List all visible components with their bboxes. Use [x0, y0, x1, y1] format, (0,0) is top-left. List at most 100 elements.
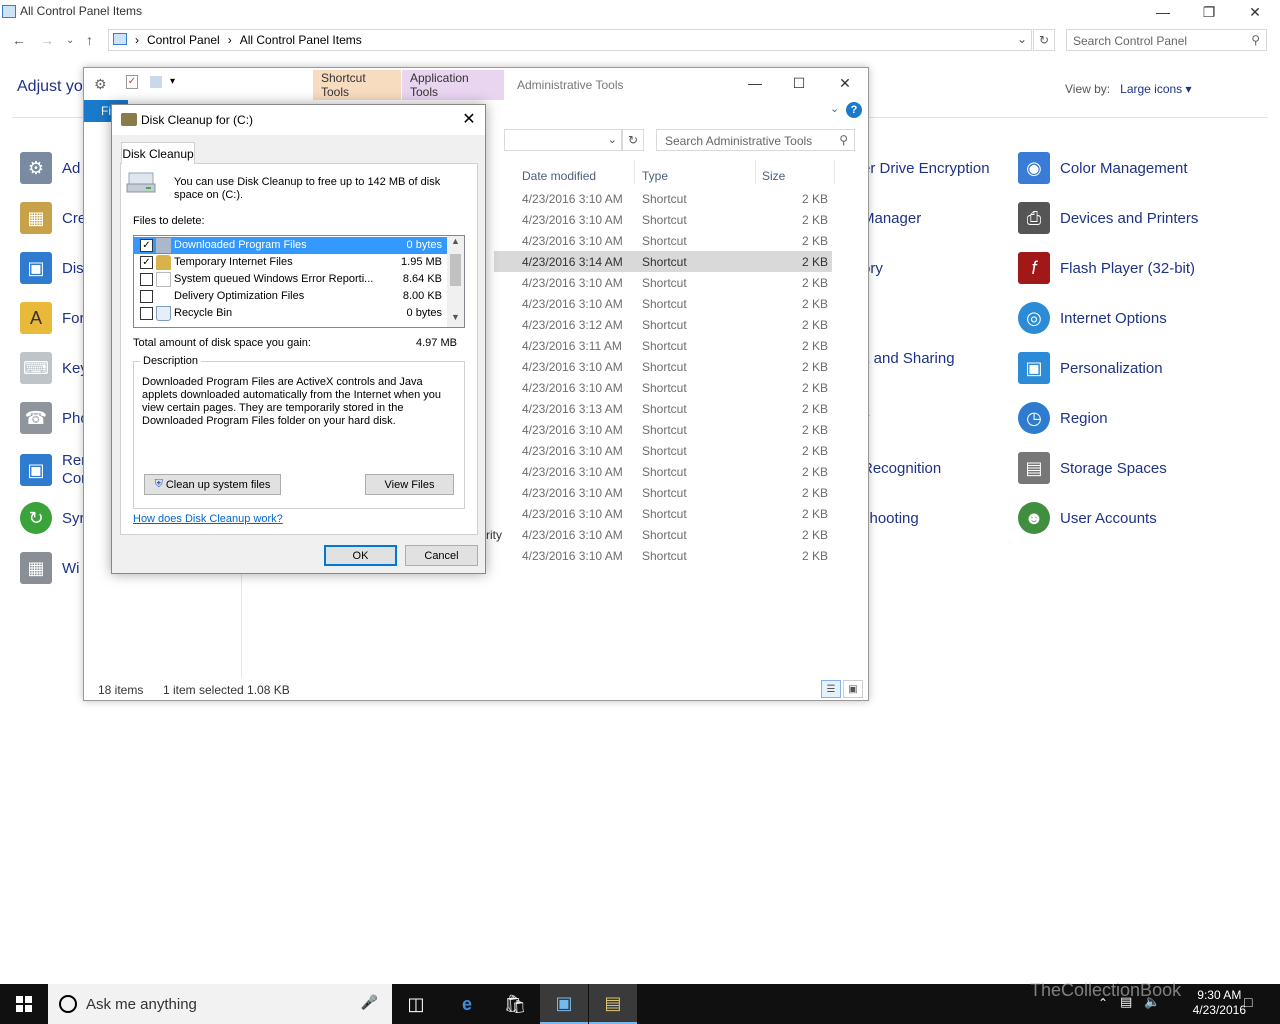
control-panel-taskbar-icon[interactable]: ▣	[540, 984, 588, 1024]
admin-close-button[interactable]: ✕	[822, 68, 868, 98]
table-row[interactable]: 4/23/2016 3:10 AM Shortcut 2 KB	[494, 293, 832, 314]
column-separator[interactable]	[755, 160, 756, 184]
clock[interactable]: 9:30 AM 4/23/2016	[1193, 988, 1246, 1018]
table-row[interactable]: 4/23/2016 3:11 AM Shortcut 2 KB	[494, 335, 832, 356]
table-row[interactable]: 4/23/2016 3:10 AM Shortcut 2 KB	[494, 461, 832, 482]
help-icon[interactable]: ?	[846, 102, 862, 118]
start-button[interactable]	[0, 984, 48, 1024]
table-row[interactable]: 4/23/2016 3:10 AM Shortcut 2 KB	[494, 524, 832, 545]
checkbox[interactable]: ✓	[140, 256, 153, 269]
admin-address-bar[interactable]: ⌄	[504, 129, 622, 151]
dialog-close-button[interactable]: ✕	[459, 109, 479, 129]
table-row[interactable]: 4/23/2016 3:10 AM Shortcut 2 KB	[494, 377, 832, 398]
cp-item-administrative-tools[interactable]: ⚙ Ad	[20, 148, 80, 188]
list-item[interactable]: Delivery Optimization Files 8.00 KB	[134, 288, 448, 305]
recent-chevron-icon[interactable]: ⌄	[66, 35, 74, 46]
task-view-icon[interactable]: ◫	[392, 984, 440, 1024]
up-arrow-icon[interactable]: ↑	[86, 32, 93, 48]
clean-up-system-files-button[interactable]: ⛨ Clean up system files	[144, 474, 281, 495]
scroll-up-icon[interactable]: ▲	[451, 236, 460, 246]
table-row[interactable]: 4/23/2016 3:10 AM Shortcut 2 KB	[494, 545, 832, 566]
table-row[interactable]: 4/23/2016 3:10 AM Shortcut 2 KB	[494, 419, 832, 440]
cp-item-fonts[interactable]: A For	[20, 298, 85, 338]
scroll-thumb[interactable]	[450, 254, 461, 286]
address-bar[interactable]: › Control Panel › All Control Panel Item…	[108, 29, 1032, 51]
admin-refresh-icon[interactable]: ↻	[622, 129, 644, 151]
action-center-icon[interactable]: □	[1244, 994, 1252, 1010]
cp-item-storage-spaces[interactable]: ▤ Storage Spaces	[1018, 448, 1167, 488]
close-button[interactable]: ✕	[1232, 0, 1278, 24]
list-item[interactable]: ✓ Temporary Internet Files 1.95 MB	[134, 254, 448, 271]
cp-item-sync-center[interactable]: ↻ Syr	[20, 498, 85, 538]
volume-icon[interactable]: 🔈	[1144, 994, 1160, 1010]
column-separator[interactable]	[634, 160, 635, 184]
column-separator[interactable]	[834, 160, 835, 184]
network-icon[interactable]: ▤	[1120, 994, 1132, 1010]
files-list[interactable]: ✓ Downloaded Program Files 0 bytes ✓ Tem…	[133, 235, 465, 328]
cp-item-network-sharing[interactable]: k and Sharing	[862, 338, 955, 378]
tab-application-tools[interactable]: Application Tools	[402, 70, 504, 100]
table-row[interactable]: 4/23/2016 3:10 AM Shortcut 2 KB	[494, 230, 832, 251]
table-row[interactable]: 4/23/2016 3:10 AM Shortcut 2 KB	[494, 503, 832, 524]
breadcrumb-all-items[interactable]: All Control Panel Items	[240, 33, 362, 47]
store-icon[interactable]: 🛍	[491, 984, 539, 1024]
cortana-search-box[interactable]: Ask me anything 🎤	[48, 984, 392, 1024]
scroll-down-icon[interactable]: ▼	[451, 312, 460, 322]
checkbox[interactable]	[140, 307, 153, 320]
view-files-button[interactable]: View Files	[365, 474, 454, 495]
table-row[interactable]: 4/23/2016 3:10 AM Shortcut 2 KB	[494, 272, 832, 293]
table-row[interactable]: 4/23/2016 3:10 AM Shortcut 2 KB	[494, 356, 832, 377]
cp-item-firewall[interactable]: ▦ Wi	[20, 548, 80, 588]
restore-button[interactable]: ❐	[1186, 0, 1232, 24]
table-row[interactable]: 4/23/2016 3:12 AM Shortcut 2 KB	[494, 314, 832, 335]
new-folder-icon[interactable]	[150, 76, 162, 88]
admin-minimize-button[interactable]: —	[732, 68, 778, 98]
cp-item-color-management[interactable]: ◉ Color Management	[1018, 148, 1188, 188]
address-dropdown-icon[interactable]: ⌄	[1017, 32, 1027, 46]
list-item[interactable]: System queued Windows Error Reporti... 8…	[134, 271, 448, 288]
checkbox[interactable]: ✓	[140, 239, 153, 252]
list-scrollbar[interactable]: ▲ ▼	[447, 236, 464, 327]
table-row[interactable]: 4/23/2016 3:10 AM Shortcut 2 KB	[494, 188, 832, 209]
ok-button[interactable]: OK	[324, 545, 397, 566]
cp-item-internet-options[interactable]: ◎ Internet Options	[1018, 298, 1167, 338]
table-row[interactable]: 4/23/2016 3:10 AM Shortcut 2 KB	[494, 440, 832, 461]
large-icons-view-icon[interactable]: ▣	[843, 680, 863, 698]
table-row[interactable]: 4/23/2016 3:10 AM Shortcut 2 KB	[494, 482, 832, 503]
forward-arrow-icon[interactable]: →	[40, 32, 54, 48]
properties-icon[interactable]: ✓	[126, 75, 138, 89]
details-view-icon[interactable]: ☰	[821, 680, 841, 698]
cp-item-credential-manager[interactable]: ▦ Cre	[20, 198, 86, 238]
minimize-button[interactable]: —	[1140, 0, 1186, 24]
cp-item-user-accounts[interactable]: ☻ User Accounts	[1018, 498, 1157, 538]
qat-dropdown-icon[interactable]: ▾	[170, 76, 175, 87]
table-row[interactable]: 4/23/2016 3:13 AM Shortcut 2 KB	[494, 398, 832, 419]
cancel-button[interactable]: Cancel	[405, 545, 478, 566]
column-size[interactable]: Size	[762, 164, 785, 188]
search-input[interactable]: Search Control Panel ⚲	[1066, 29, 1267, 51]
tab-shortcut-tools[interactable]: Shortcut Tools	[313, 70, 401, 100]
list-item[interactable]: ✓ Downloaded Program Files 0 bytes	[134, 237, 448, 254]
cp-item-display[interactable]: ▣ Dis	[20, 248, 84, 288]
cp-item-region[interactable]: ◷ Region	[1018, 398, 1108, 438]
ribbon-expand-icon[interactable]: ⌄	[830, 102, 839, 115]
admin-search-input[interactable]: Search Administrative Tools ⚲	[656, 129, 855, 151]
edge-icon[interactable]: e	[443, 984, 491, 1024]
cp-item-personalization[interactable]: ▣ Personalization	[1018, 348, 1163, 388]
admin-maximize-button[interactable]: ☐	[776, 68, 822, 98]
refresh-icon[interactable]: ↻	[1033, 29, 1055, 51]
cp-item-remoteapp[interactable]: ▣ Ren Con	[20, 450, 90, 490]
cp-item-bitlocker[interactable]: er Drive Encryption	[862, 148, 990, 188]
cp-item-flash-player[interactable]: f Flash Player (32-bit)	[1018, 248, 1195, 288]
address-dropdown-icon[interactable]: ⌄	[608, 133, 617, 146]
breadcrumb-control-panel[interactable]: Control Panel	[147, 33, 220, 47]
back-arrow-icon[interactable]: ←	[12, 32, 26, 48]
checkbox[interactable]	[140, 273, 153, 286]
cp-item-device-manager[interactable]: Manager	[862, 198, 921, 238]
cp-item-phone-modem[interactable]: ☎ Pho	[20, 398, 89, 438]
cp-item-troubleshooting[interactable]: shooting	[862, 498, 919, 538]
show-hidden-icons[interactable]: ⌃	[1098, 996, 1108, 1010]
cp-item-devices-printers[interactable]: ⎙ Devices and Printers	[1018, 198, 1198, 238]
tab-disk-cleanup[interactable]: Disk Cleanup	[121, 142, 195, 164]
cp-item-keyboard[interactable]: ⌨ Key	[20, 348, 88, 388]
